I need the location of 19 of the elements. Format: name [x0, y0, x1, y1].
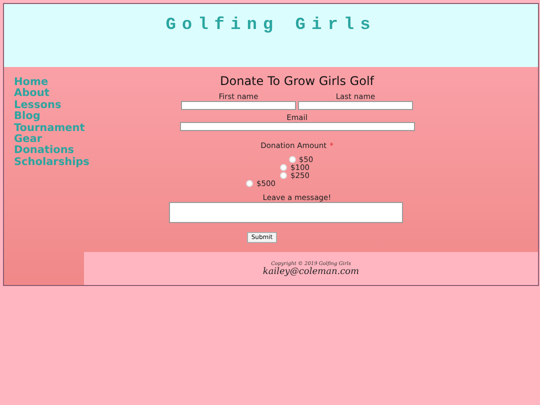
site-title: Golfing Girls — [166, 16, 376, 37]
nav-link[interactable]: About — [14, 88, 90, 100]
nav-link[interactable]: Scholarships — [14, 156, 90, 168]
nav-link[interactable]: Donations — [14, 145, 90, 157]
message-field[interactable] — [169, 202, 403, 223]
nav-link[interactable]: Blog — [14, 111, 90, 123]
radio-button[interactable] — [280, 172, 288, 178]
nav-link[interactable]: Lessons — [14, 100, 90, 112]
email-field[interactable] — [180, 122, 414, 131]
nav-link[interactable]: Tournament — [14, 122, 90, 134]
last-name-field[interactable] — [298, 101, 413, 110]
nav-link[interactable]: Gear — [14, 134, 90, 146]
first-name-field[interactable] — [181, 101, 296, 110]
radio-button[interactable] — [280, 164, 288, 170]
radio-button[interactable] — [288, 156, 296, 162]
footer-email: kailey@coleman.com — [262, 266, 360, 276]
form-title: Donate To Grow Girls Golf — [220, 74, 374, 88]
radio-button[interactable] — [246, 180, 254, 186]
nav-link[interactable]: Home — [14, 77, 90, 88]
